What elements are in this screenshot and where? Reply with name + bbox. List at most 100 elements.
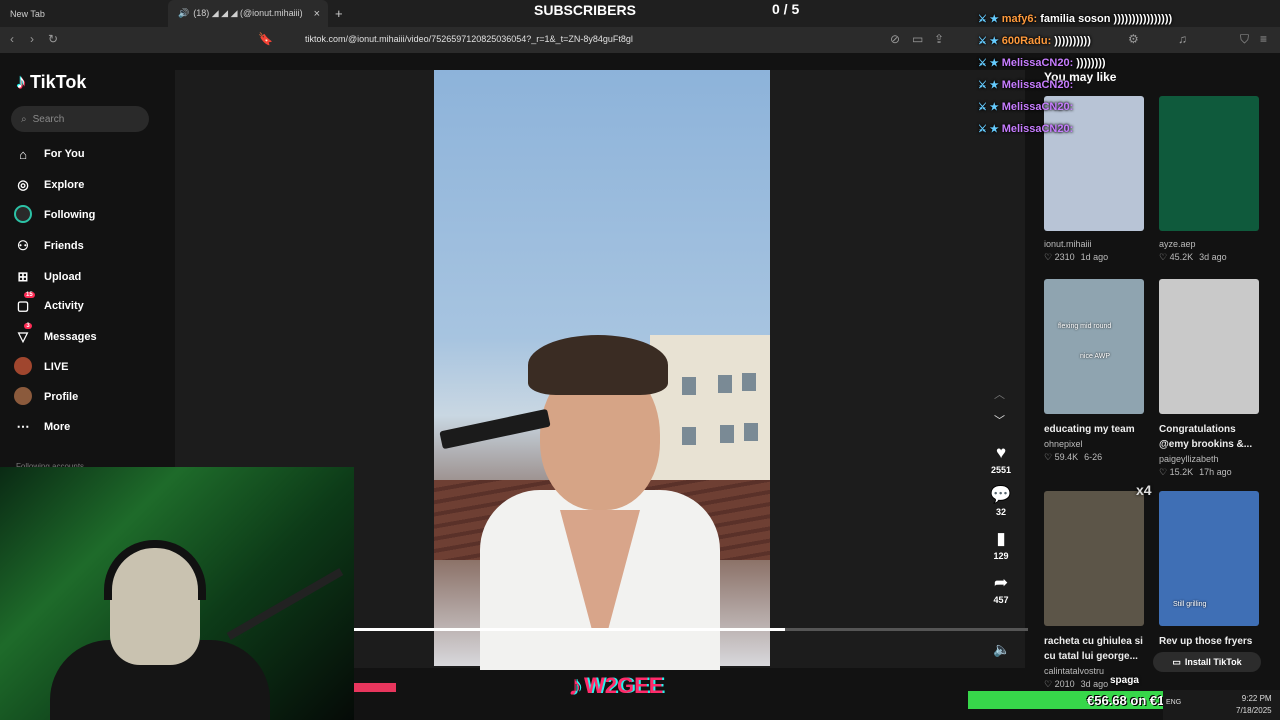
like-count: 2310 [1054, 252, 1075, 262]
nav-label: Explore [44, 179, 85, 191]
video-thumbnail[interactable]: flexing mid round nice AWP [1044, 279, 1144, 414]
cast-icon[interactable]: ▭ [912, 32, 923, 46]
nav-profile[interactable]: Profile [14, 386, 79, 408]
nav-label: For You [44, 148, 85, 160]
share-button[interactable]: ➦ 457 [985, 573, 1017, 605]
nav-activity[interactable]: ▢ 15 Activity [14, 292, 84, 316]
forward-icon[interactable]: › [30, 32, 34, 46]
new-tab-button[interactable]: + [335, 6, 343, 21]
chat-username: MelissaCN20: [1001, 101, 1074, 113]
volume-icon[interactable]: 🔈 [993, 641, 1010, 658]
recommendation-card[interactable]: Still grillingRev up those fryers♡ 678.9… [1159, 491, 1259, 663]
video-author[interactable]: paigeyllizabeth [1159, 454, 1259, 464]
install-label: Install TikTok [1184, 657, 1242, 667]
heart-outline-icon: ♡ [1044, 452, 1055, 462]
spaga-label: spaga [1110, 675, 1139, 686]
heart-outline-icon: ♡ [1044, 252, 1055, 262]
share-icon[interactable]: ⇪ [934, 32, 944, 46]
nav-more[interactable]: ⋯ More [14, 417, 71, 437]
clock-date: 7/18/2025 [1236, 706, 1272, 715]
tab-label: (18) ◢ ◢ ◢ (@ionut.mihaiii)'s vi [193, 8, 304, 18]
nav-for-you[interactable]: ⌂ For You [14, 144, 85, 164]
chevron-up-icon[interactable]: ︿ [994, 386, 1005, 402]
video-title[interactable]: racheta cu ghiulea si cu tatal lui georg… [1044, 634, 1144, 664]
w2gee-logo: ♪ W2GEE [568, 670, 663, 702]
thumbnail-caption: nice AWP [1080, 353, 1111, 360]
chat-badges-icon: ⚔ ★ [978, 13, 999, 25]
comment-button[interactable]: 💬 32 [985, 485, 1017, 517]
search-icon: ⌕ [21, 113, 27, 125]
video-stats: ♡ 2310 1d ago [1044, 252, 1144, 263]
live-icon [14, 356, 32, 378]
recommendation-card[interactable]: Congratulations @emy brookins &... paigey… [1159, 279, 1259, 478]
recommendation-card[interactable]: racheta cu ghiulea si cu tatal lui georg… [1044, 491, 1144, 690]
chat-message: ⚔ ★ MelissaCN20:)))))))) [978, 52, 1278, 74]
thumbnail-caption: flexing mid round [1058, 323, 1112, 330]
install-tiktok-button[interactable]: ▭ Install TikTok [1153, 652, 1261, 672]
reload-icon[interactable]: ↻ [48, 32, 58, 46]
address-bar[interactable]: tiktok.com/@ionut.mihaiii/video/75265971… [305, 34, 633, 44]
comment-count: 32 [995, 507, 1006, 517]
tiktok-logo[interactable]: ♪ TikTok [16, 71, 86, 94]
monitor-icon: ▭ [1172, 656, 1181, 667]
back-icon[interactable]: ‹ [10, 32, 14, 46]
video-age: 1d ago [1080, 252, 1109, 262]
more-icon: ⋯ [16, 419, 30, 434]
video-thumbnail[interactable] [1044, 491, 1144, 626]
search-input[interactable]: ⌕ Search [11, 106, 149, 132]
nav-live[interactable]: LIVE [14, 356, 69, 378]
taskbar-clock[interactable]: 9:22 PM 7/18/2025 [1236, 693, 1272, 717]
brand-text: W2GEE [584, 673, 664, 698]
nav-label: Messages [44, 331, 97, 343]
like-button[interactable]: ♥ 2551 [985, 443, 1017, 475]
recommendation-card[interactable]: flexing mid round nice AWP educating my te… [1044, 279, 1144, 463]
activity-icon: ▢ 15 [16, 292, 35, 313]
nav-following[interactable]: Following [14, 204, 95, 225]
chat-message: ⚔ ★ 600Radu:)))))))))) [978, 30, 1278, 52]
like-count: 2010 [1054, 679, 1075, 689]
nav-upload[interactable]: ⊞ Upload [14, 267, 82, 287]
video-title[interactable]: Congratulations @emy brookins &... [1159, 422, 1259, 452]
video-author[interactable]: ionut.mihaiii [1044, 239, 1144, 249]
save-button[interactable]: ▮ 129 [985, 529, 1017, 561]
share-count: 457 [993, 595, 1009, 605]
video-title[interactable]: educating my team [1044, 422, 1144, 437]
nav-label: Activity [44, 300, 84, 312]
logo-text: TikTok [30, 72, 87, 92]
nav-messages[interactable]: ▽ 3 Messages [14, 323, 97, 347]
close-tab-icon[interactable]: × [314, 8, 320, 20]
video-thumbnail[interactable]: Still grilling [1159, 491, 1259, 626]
chat-text: )))))))) [1076, 57, 1106, 69]
profile-icon [14, 386, 32, 408]
video-thumbnail[interactable] [1159, 279, 1259, 414]
video-author[interactable]: ayze.aep [1159, 239, 1259, 249]
extension-icon[interactable]: ⊘ [890, 32, 900, 46]
chat-username: MelissaCN20: [1001, 79, 1074, 91]
chat-badges-icon: ⚔ ★ [978, 123, 999, 135]
video-age: 6-26 [1084, 452, 1103, 462]
chevron-down-icon[interactable]: ﹀ [994, 412, 1005, 428]
like-count: 2551 [990, 465, 1012, 475]
video-age: 3d ago [1080, 679, 1109, 689]
tab-new-tab[interactable]: New Tab [0, 0, 165, 27]
video-progress-fill [354, 628, 786, 631]
chat-username: 600Radu: [1001, 35, 1052, 47]
language-indicator[interactable]: ENG [1166, 699, 1181, 706]
video-author[interactable]: ohnepixel [1044, 439, 1144, 449]
tab-tiktok[interactable]: 🔊 (18) ◢ ◢ ◢ (@ionut.mihaiii)'s vi × [168, 0, 328, 27]
video-title[interactable]: Rev up those fryers [1159, 634, 1259, 649]
nav-friends[interactable]: ⚇ Friends [14, 236, 84, 256]
video-hair [528, 335, 668, 395]
stream-red-bar [354, 683, 396, 692]
nav-label: Profile [44, 391, 79, 403]
bookmark-icon[interactable]: 🔖 [258, 32, 273, 46]
chat-username: MelissaCN20: [1001, 57, 1074, 69]
nav-label: More [44, 421, 71, 433]
subscribers-count: 0 / 5 [772, 1, 800, 17]
thumbnail-caption: Still grilling [1173, 601, 1207, 608]
nav-explore[interactable]: ◎ Explore [14, 175, 84, 195]
home-icon: ⌂ [19, 146, 27, 162]
chat-badges-icon: ⚔ ★ [978, 57, 999, 69]
subscribers-label: SUBSCRIBERS [534, 2, 636, 18]
nav-label: LIVE [44, 361, 69, 373]
